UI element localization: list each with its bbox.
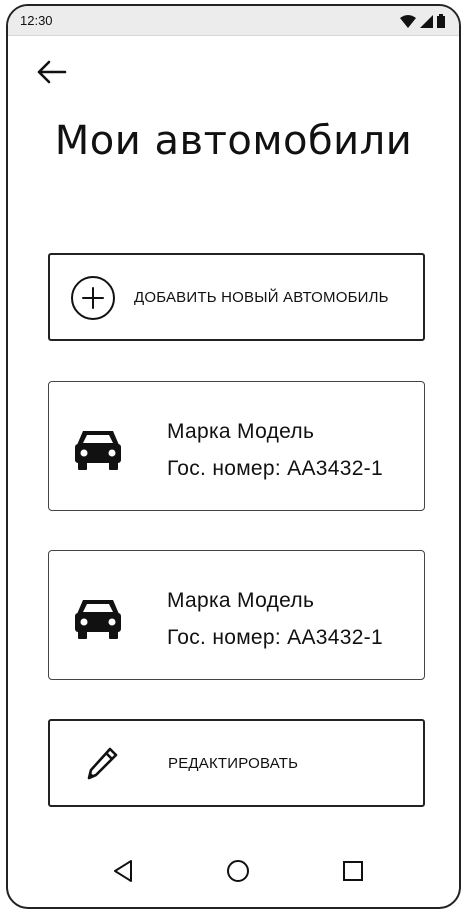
signal-icon <box>420 14 433 28</box>
plus-circle-icon <box>71 276 115 320</box>
edit-button[interactable]: РЕДАКТИРОВАТЬ <box>48 719 425 807</box>
back-button[interactable] <box>34 56 70 88</box>
recents-square-icon[interactable] <box>342 860 364 882</box>
status-bar: 12:30 <box>8 6 459 36</box>
phone-screen: 12:30 Мои автомобили ДОБАВИТЬ НОВЫЙ АВТО… <box>6 4 461 909</box>
car-plate-number: Гос. номер: АА3432-1 <box>167 457 383 480</box>
page-title: Мои автомобили <box>54 118 413 164</box>
pencil-icon <box>87 747 118 780</box>
car-card[interactable]: Марка Модель Гос. номер: АА3432-1 <box>48 550 425 680</box>
car-name: Марка Модель <box>167 589 315 612</box>
car-card[interactable]: Марка Модель Гос. номер: АА3432-1 <box>48 381 425 511</box>
arrow-left-icon <box>37 60 67 84</box>
system-nav-bar <box>8 837 459 907</box>
status-time: 12:30 <box>20 13 53 28</box>
car-icon <box>75 431 121 470</box>
back-triangle-icon[interactable] <box>112 859 134 883</box>
status-icons <box>400 14 445 28</box>
car-name: Марка Модель <box>167 420 315 443</box>
add-car-label: ДОБАВИТЬ НОВЫЙ АВТОМОБИЛЬ <box>134 289 389 306</box>
wifi-icon <box>400 14 416 28</box>
battery-icon <box>437 14 445 28</box>
add-car-button[interactable]: ДОБАВИТЬ НОВЫЙ АВТОМОБИЛЬ <box>48 253 425 341</box>
edit-label: РЕДАКТИРОВАТЬ <box>168 755 299 772</box>
home-circle-icon[interactable] <box>226 859 250 883</box>
car-plate-number: Гос. номер: АА3432-1 <box>167 626 383 649</box>
car-icon <box>75 600 121 639</box>
